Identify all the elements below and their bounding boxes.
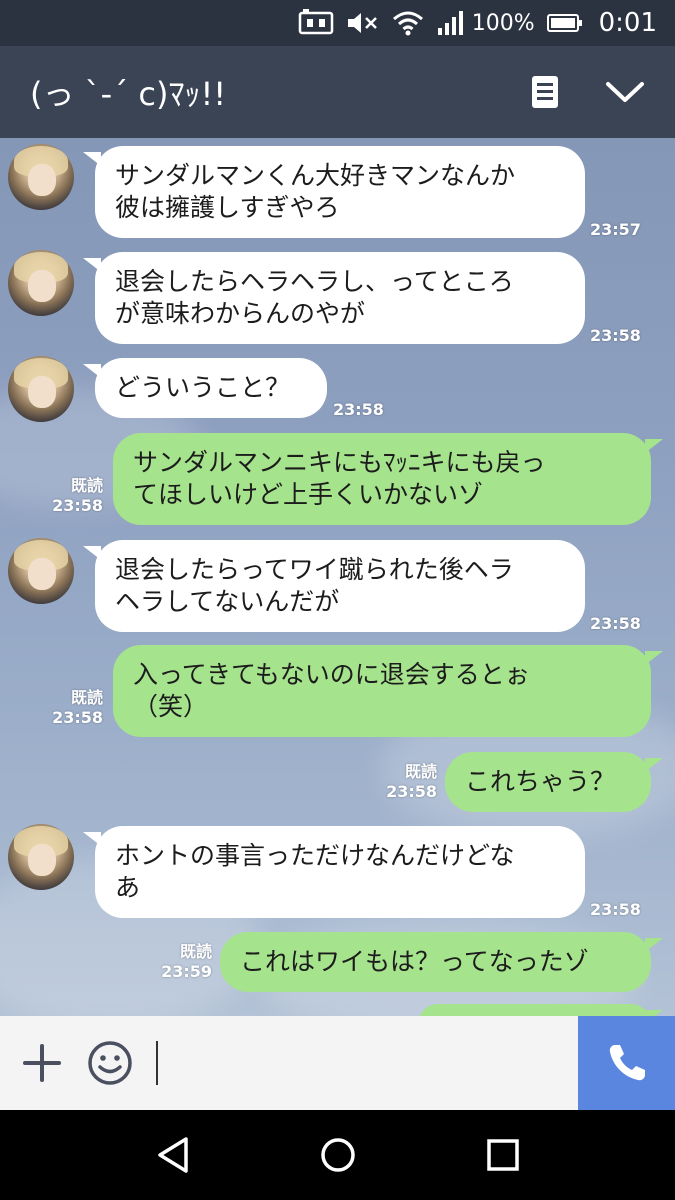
message-bubble-incoming[interactable]: ホントの事言っただけなんだけどな あ	[83, 826, 585, 918]
message-time: 23:58	[590, 900, 641, 919]
home-circle-icon	[320, 1138, 355, 1172]
message-time: 23:58	[590, 614, 641, 633]
avatar[interactable]	[8, 824, 74, 890]
recents-square-icon	[486, 1139, 519, 1171]
wifi-icon	[392, 10, 424, 36]
read-receipt: 既読 23:58	[52, 688, 103, 727]
clock: 0:01	[598, 8, 657, 38]
message-text-line: ヘラしてないんだが	[115, 587, 340, 616]
battery-icon	[546, 13, 583, 33]
back-triangle-icon	[157, 1137, 188, 1173]
message-bubble-outgoing[interactable]: サンダルマンニキにもﾏｯﾆキにも戻っ てほしいけど上手くいかないゾ	[113, 433, 663, 525]
message-text-line: これちゃう？	[465, 767, 616, 796]
message-text-line: ホントの事言っただけなんだけどな	[115, 841, 515, 870]
chevron-down-icon	[606, 82, 644, 102]
smiley-icon	[88, 1041, 132, 1085]
message-text-line: あ	[115, 873, 141, 902]
chat-header: (っ `-´ c)ﾏｯ!!	[0, 46, 675, 138]
chat-title[interactable]: (っ `-´ c)ﾏｯ!!	[30, 69, 515, 115]
status-bar: 100% 0:01	[0, 0, 675, 46]
menu-toggle-button[interactable]	[595, 62, 655, 122]
message-time: 23:58	[333, 400, 384, 419]
message-text-line: （笑）	[133, 692, 209, 721]
notes-button[interactable]	[515, 62, 575, 122]
chat-area[interactable]: サンダルマンくん大好きマンなんか 彼は擁護しすぎやろ 23:57 退会したらヘラ…	[0, 138, 675, 1016]
message-bubble-incoming[interactable]: どういうこと？	[83, 358, 327, 418]
message-text-line: 退会したらヘラヘラし、ってところ	[115, 267, 514, 296]
call-button[interactable]	[578, 1016, 675, 1110]
message-text-line: これはワイもは？ってなったゾ	[240, 947, 589, 976]
home-button[interactable]	[308, 1125, 368, 1185]
system-nav-bar	[0, 1110, 675, 1200]
avatar[interactable]	[8, 538, 74, 604]
message-text-line: てほしいけど上手くいかないゾ	[133, 480, 484, 509]
phone-icon	[609, 1045, 645, 1081]
back-button[interactable]	[143, 1125, 203, 1185]
message-bubble-incoming[interactable]: 退会したらヘラヘラし、ってところ が意味わからんのやが	[83, 252, 585, 344]
signal-icon	[436, 10, 466, 36]
message-bubble-outgoing[interactable]: 入ってきてもないのに退会するとぉ （笑）	[113, 645, 663, 737]
message-text-line: 退会したらってワイ蹴られた後ヘラ	[115, 555, 514, 584]
plus-icon	[23, 1044, 61, 1082]
message-text-line: が意味わからんのやが	[115, 299, 366, 328]
read-receipt: 既読 23:58	[52, 476, 103, 515]
nfc-icon	[298, 9, 334, 37]
add-attachment-button[interactable]	[12, 1033, 72, 1093]
emoji-button[interactable]	[80, 1033, 140, 1093]
message-bubble-incoming[interactable]: 退会したらってワイ蹴られた後ヘラ ヘラしてないんだが	[83, 540, 585, 632]
avatar[interactable]	[8, 250, 74, 316]
notes-icon	[532, 76, 558, 108]
read-receipt: 既読 23:59	[161, 942, 212, 981]
mute-icon	[346, 9, 380, 37]
read-receipt: 既読 23:58	[386, 762, 437, 801]
message-time: 23:57	[590, 220, 641, 239]
message-bubble-outgoing-partial[interactable]	[418, 1004, 663, 1016]
message-text-line: 入ってきてもないのに退会するとぉ	[133, 660, 530, 689]
message-text-line: サンダルマンニキにもﾏｯﾆキにも戻っ	[133, 448, 546, 477]
message-time: 23:58	[590, 326, 641, 345]
recents-button[interactable]	[473, 1125, 533, 1185]
message-text-line: サンダルマンくん大好きマンなんか	[115, 161, 516, 190]
avatar[interactable]	[8, 144, 74, 210]
message-text-line: 彼は擁護しすぎやろ	[115, 193, 340, 222]
message-bubble-outgoing[interactable]: これはワイもは？ってなったゾ	[220, 932, 663, 992]
avatar[interactable]	[8, 356, 74, 422]
battery-percent: 100%	[471, 10, 535, 36]
message-text-line: どういうこと？	[115, 373, 291, 402]
message-bubble-outgoing[interactable]: これちゃう？	[445, 752, 663, 812]
message-bubble-incoming[interactable]: サンダルマンくん大好きマンなんか 彼は擁護しすぎやろ	[83, 146, 585, 238]
message-input-bar	[0, 1016, 675, 1110]
